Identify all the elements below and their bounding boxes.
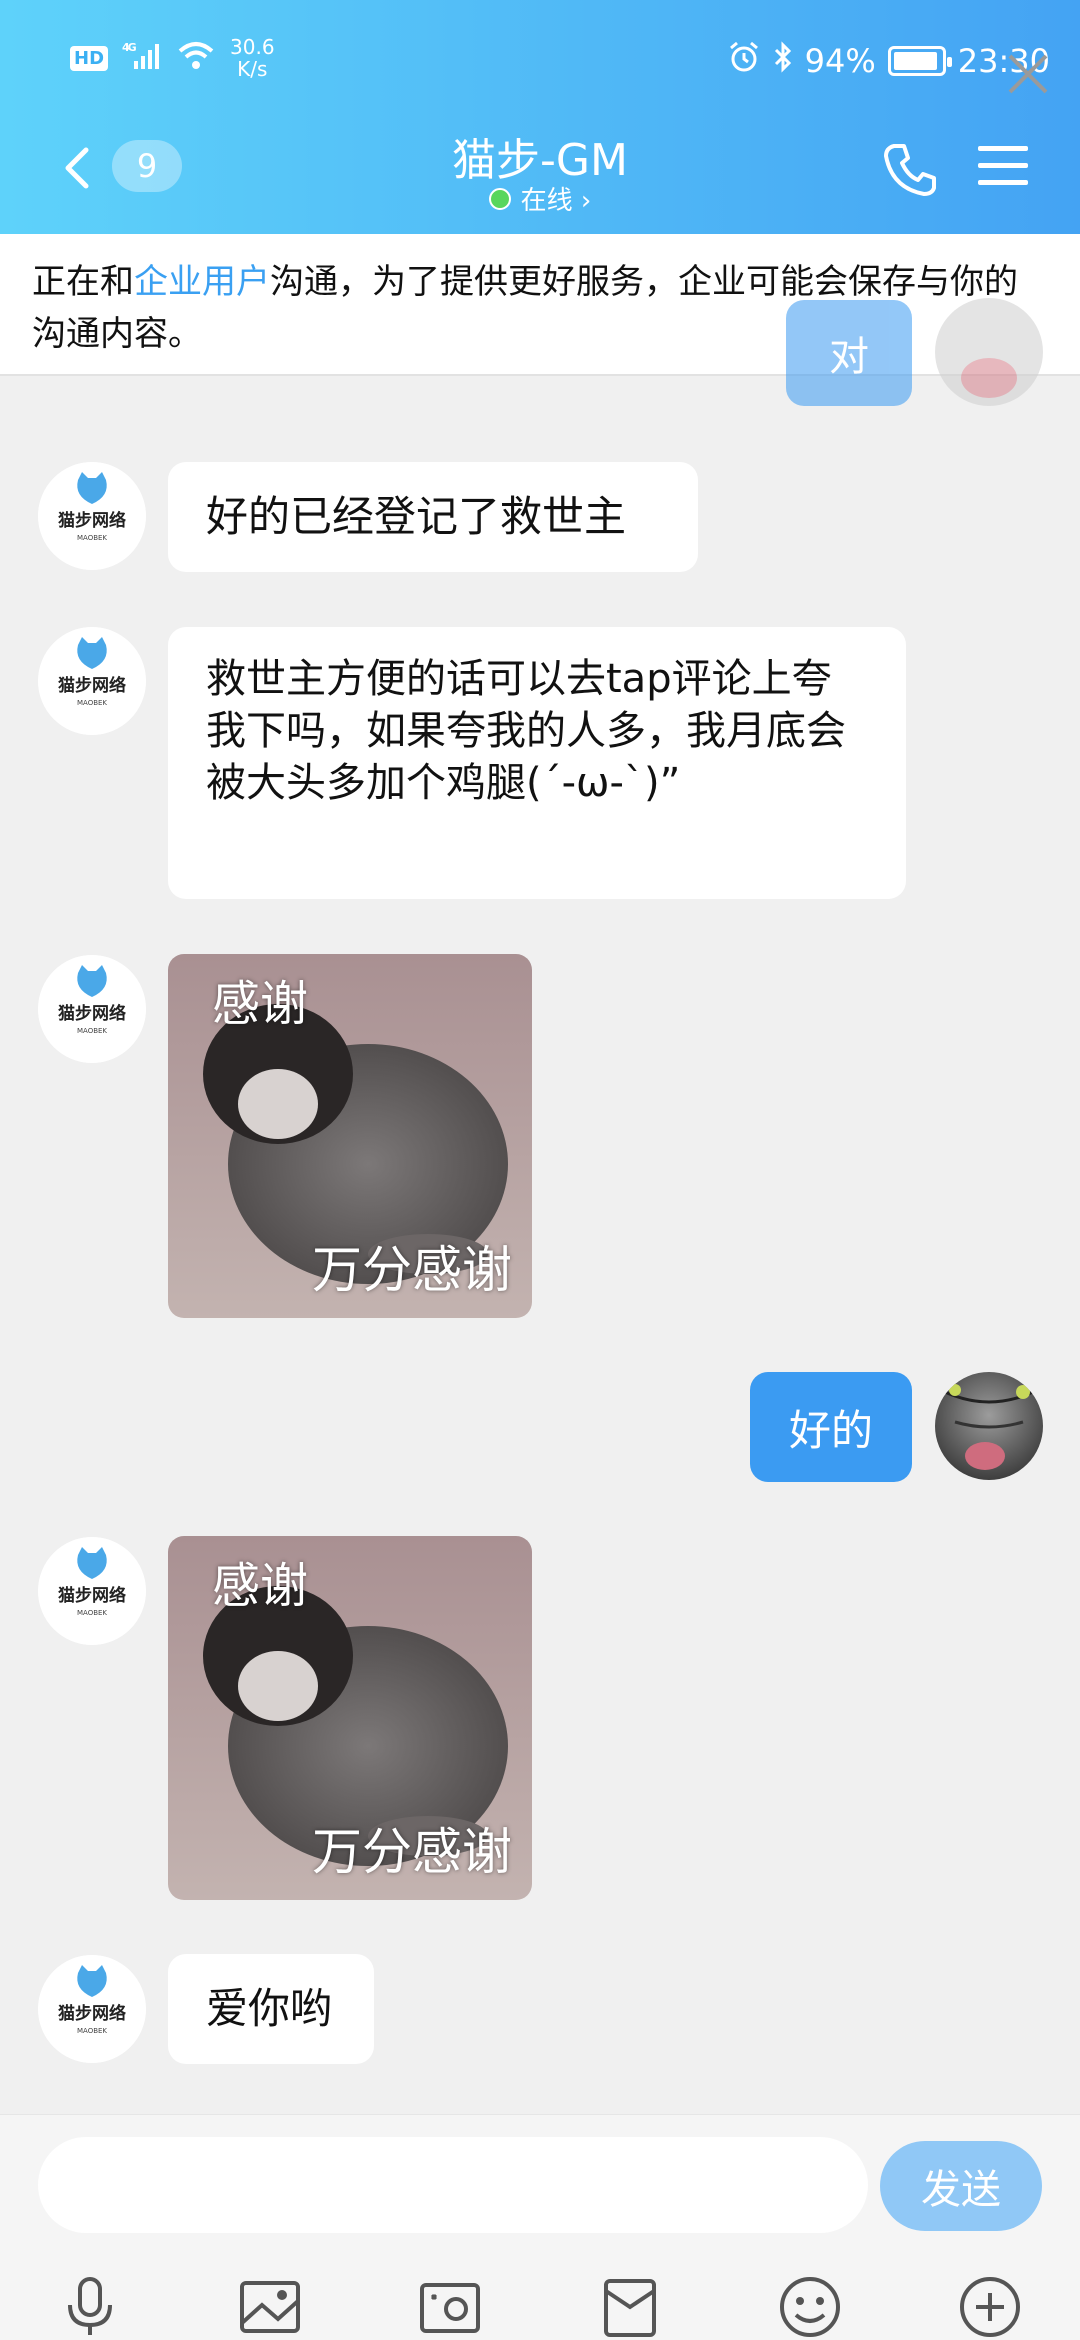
image-icon xyxy=(240,2281,300,2333)
voice-button[interactable] xyxy=(58,2275,122,2339)
battery-fill xyxy=(893,52,937,70)
sticker-caption-top: 感谢 xyxy=(212,976,309,1032)
close-notice-button[interactable] xyxy=(1002,48,1054,100)
gm-avatar-name: 猫步网络 xyxy=(58,675,126,696)
gm-avatar[interactable]: 猫步网络 MAOBEK xyxy=(38,955,146,1063)
camera-button[interactable] xyxy=(418,2275,482,2339)
input-bar: 发送 xyxy=(0,2114,1080,2340)
wifi-icon xyxy=(176,41,216,75)
gm-avatar-sub: MAOBEK xyxy=(77,699,107,707)
photo-button[interactable] xyxy=(238,2275,302,2339)
more-button[interactable] xyxy=(958,2275,1022,2339)
penguin-sticker[interactable]: 感谢 万分感谢 xyxy=(168,1536,532,1900)
phone-icon xyxy=(884,144,936,196)
network-speed-unit: K/s xyxy=(237,57,268,81)
header-bar: HD 4G 30.6 K/s 94% 23:30 9 猫步-GM 在线 › xyxy=(0,0,1080,234)
sticker-caption-top: 感谢 xyxy=(212,1558,309,1614)
camera-icon xyxy=(420,2283,480,2333)
message-input[interactable] xyxy=(38,2137,868,2233)
gm-avatar-name: 猫步网络 xyxy=(58,1003,126,1024)
send-button[interactable]: 发送 xyxy=(880,2141,1042,2231)
gm-avatar-name: 猫步网络 xyxy=(58,2003,126,2024)
gm-avatar-sub: MAOBEK xyxy=(77,1609,107,1617)
call-button[interactable] xyxy=(878,138,942,202)
battery-percent: 94% xyxy=(804,42,876,80)
self-avatar[interactable] xyxy=(935,1372,1043,1480)
gm-avatar-sub: MAOBEK xyxy=(77,1027,107,1035)
gm-avatar[interactable]: 猫步网络 MAOBEK xyxy=(38,1955,146,2063)
gm-avatar-name: 猫步网络 xyxy=(58,1585,126,1606)
sticker-caption-bottom: 万分感谢 xyxy=(312,1823,512,1881)
hamburger-icon xyxy=(978,146,1028,185)
message-bubble[interactable]: 救世主方便的话可以去tap评论上夸我下吗，如果夸我的人多，我月底会被大头多加个鸡… xyxy=(168,627,906,899)
close-icon xyxy=(1008,54,1048,94)
message-bubble[interactable]: 好的已经登记了救世主 xyxy=(168,462,698,572)
gm-avatar-sub: MAOBEK xyxy=(77,2027,107,2035)
menu-button[interactable] xyxy=(976,142,1030,190)
message-bubble[interactable]: 爱你哟 xyxy=(168,1954,374,2064)
network-speed-value: 30.6 xyxy=(230,35,275,59)
online-status-label: 在线 › xyxy=(520,186,592,216)
self-avatar[interactable] xyxy=(935,298,1043,406)
network-speed: 30.6 K/s xyxy=(230,36,275,80)
gm-avatar-sub: MAOBEK xyxy=(77,534,107,542)
notice-prefix: 正在和 xyxy=(32,262,134,302)
network-type: 4G xyxy=(122,41,137,54)
gm-avatar[interactable]: 猫步网络 MAOBEK xyxy=(38,1537,146,1645)
gm-avatar-name: 猫步网络 xyxy=(58,510,126,531)
enterprise-user-link[interactable]: 企业用户 xyxy=(134,262,270,302)
sticker-caption-bottom: 万分感谢 xyxy=(312,1241,512,1299)
message-bubble-self[interactable]: 对 xyxy=(786,300,912,406)
signal-icon: 4G xyxy=(122,41,162,76)
message-bubble-self[interactable]: 好的 xyxy=(750,1372,912,1482)
nav-bar: 9 猫步-GM 在线 › xyxy=(0,120,1080,234)
enterprise-notice: 正在和企业用户沟通，为了提供更好服务，企业可能会保存与你的沟通内容。 xyxy=(0,234,1080,376)
gm-avatar[interactable]: 猫步网络 MAOBEK xyxy=(38,462,146,570)
folder-icon xyxy=(604,2279,656,2337)
penguin-sticker[interactable]: 感谢 万分感谢 xyxy=(168,954,532,1318)
alarm-icon xyxy=(727,40,761,82)
status-bar: HD 4G 30.6 K/s 94% 23:30 xyxy=(0,0,1080,120)
online-dot-icon xyxy=(488,187,511,210)
battery-icon xyxy=(887,46,952,76)
emoji-button[interactable] xyxy=(778,2275,842,2339)
emoji-icon xyxy=(780,2277,840,2337)
file-button[interactable] xyxy=(598,2275,662,2339)
hd-indicator: HD xyxy=(70,45,109,71)
gm-avatar[interactable]: 猫步网络 MAOBEK xyxy=(38,627,146,735)
bluetooth-icon xyxy=(773,41,793,81)
plus-icon xyxy=(960,2277,1020,2337)
microphone-icon xyxy=(68,2277,112,2335)
